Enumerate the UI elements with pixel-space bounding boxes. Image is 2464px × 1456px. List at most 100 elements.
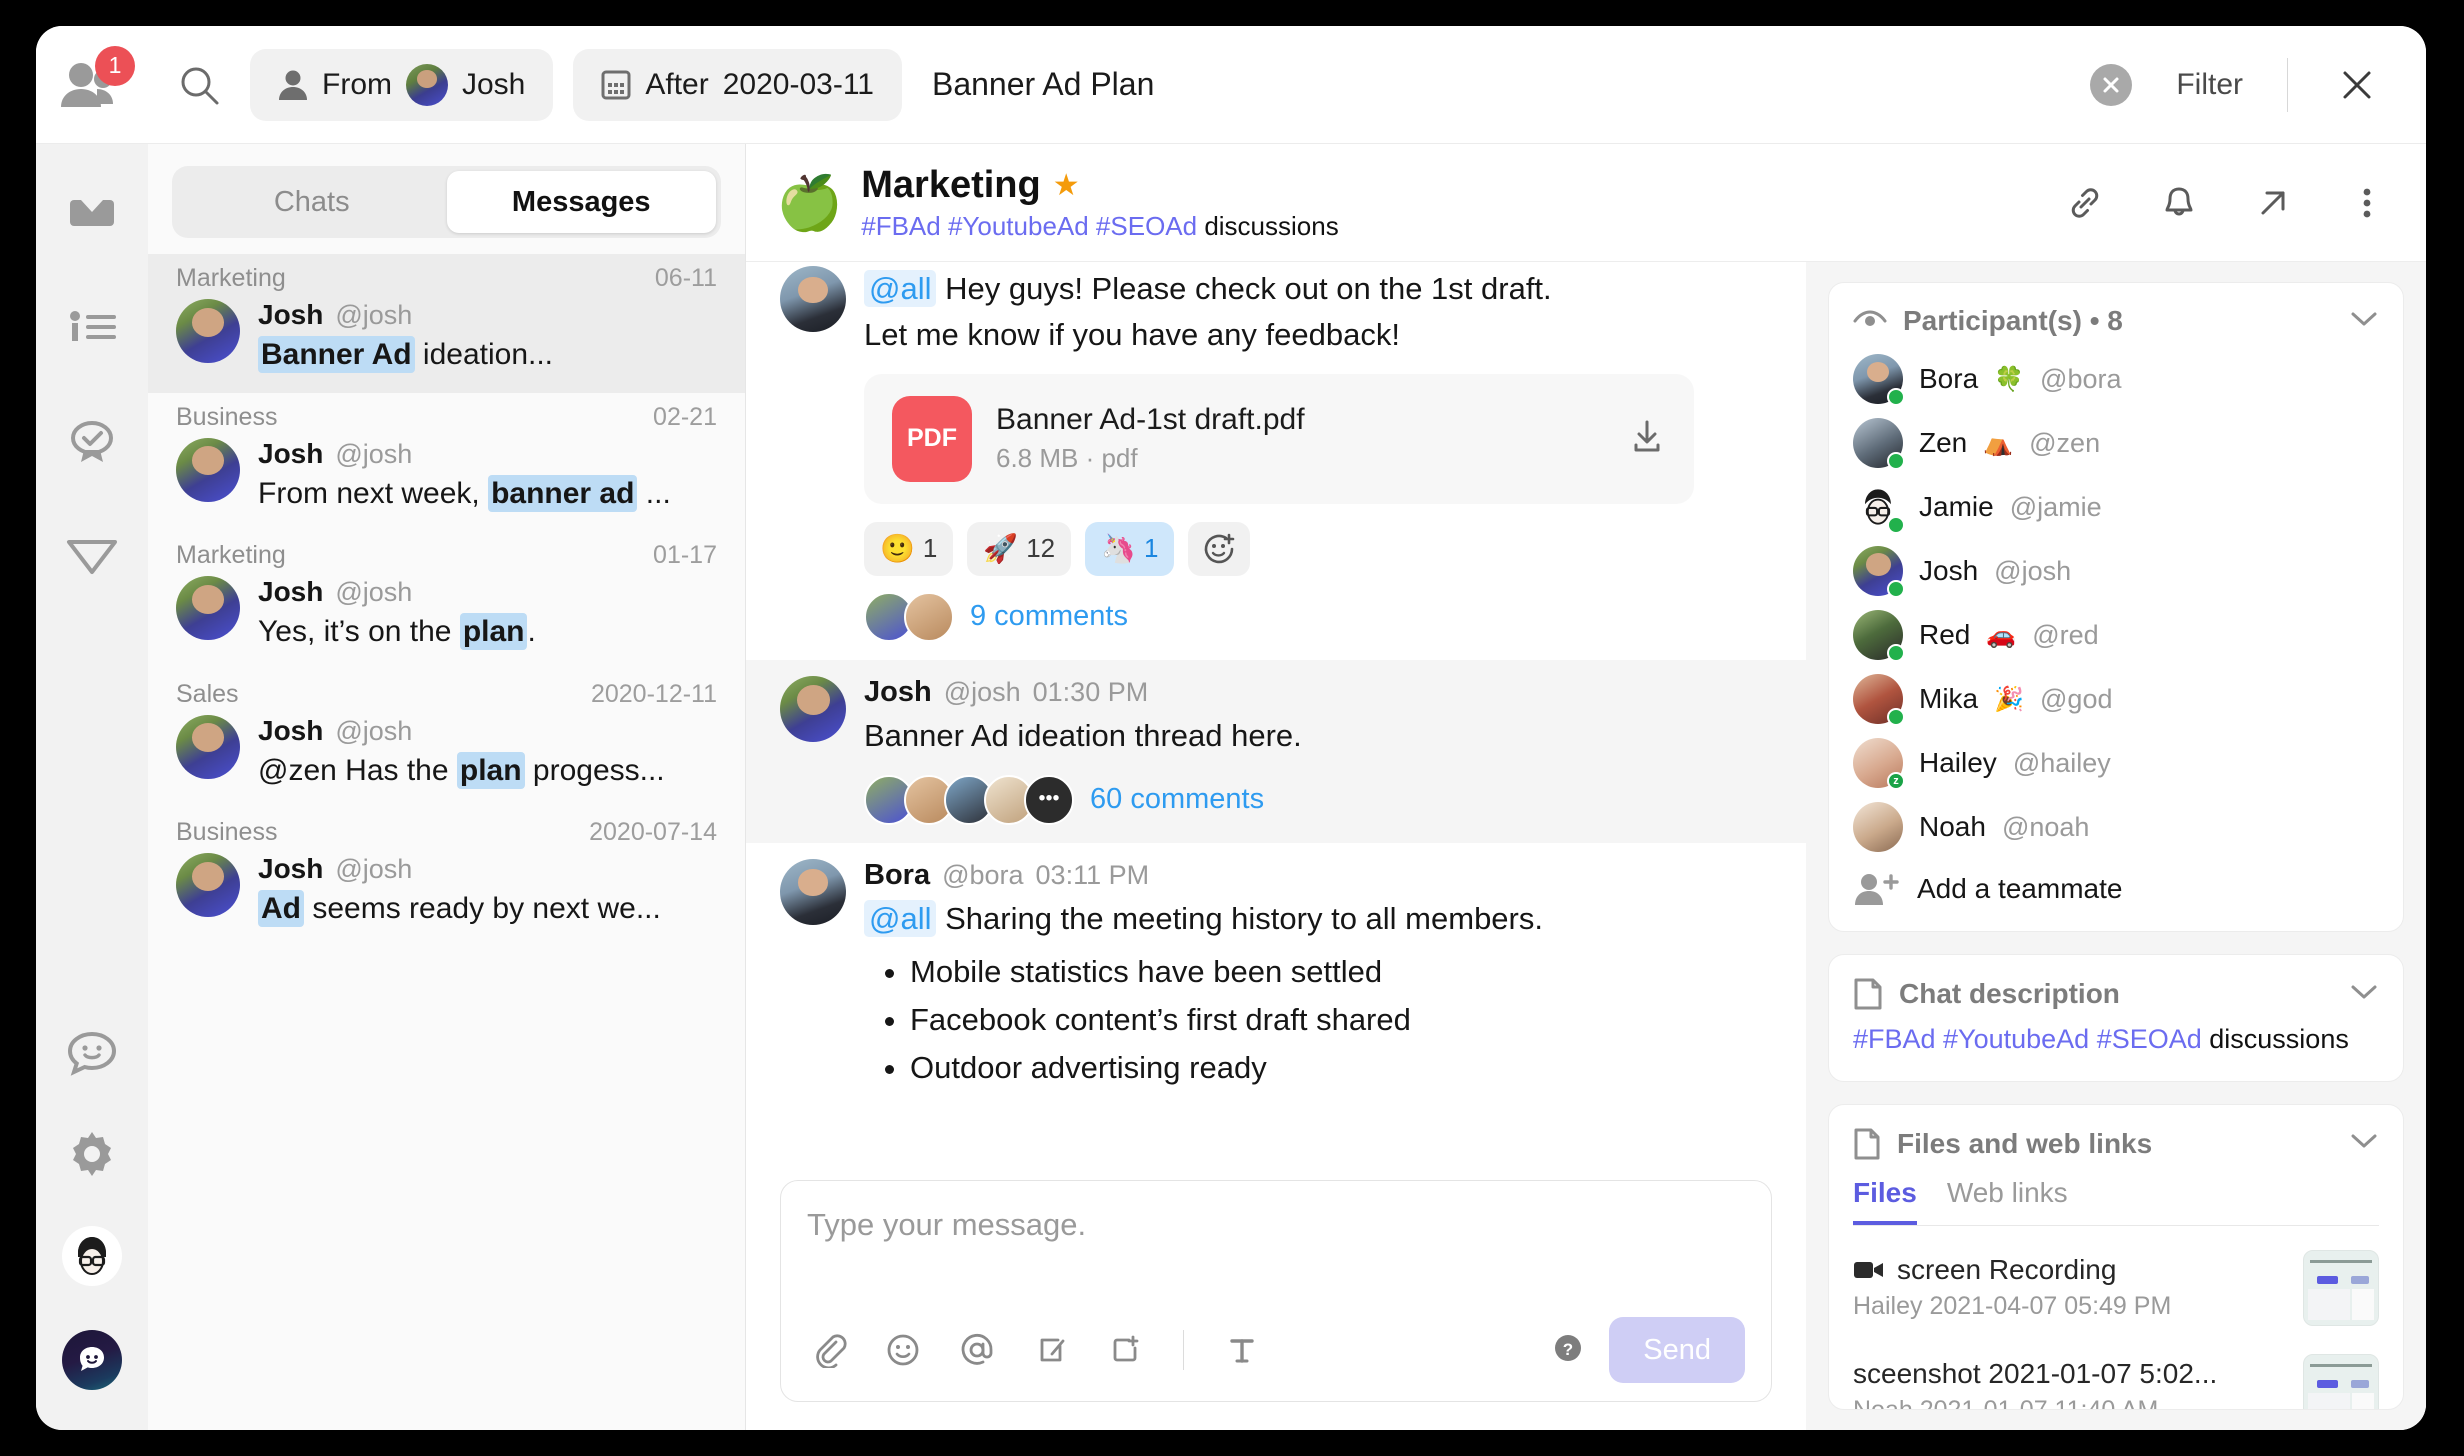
add-reaction-button[interactable] [1188, 521, 1251, 576]
post-body: @all Hey guys! Please check out on the 1… [864, 266, 1772, 642]
list-item[interactable]: Marketing 01-17 Josh @josh Yes, it’s on … [148, 531, 745, 670]
participant-row[interactable]: Zen ⛺ @zen [1853, 411, 2379, 475]
description-hashtags[interactable]: #FBAd #YoutubeAd #SEOAd [1853, 1024, 2202, 1054]
close-search-button[interactable] [2332, 60, 2382, 110]
draw-note-icon[interactable] [1029, 1328, 1073, 1372]
nav-tasks[interactable] [64, 414, 120, 470]
send-button[interactable]: Send [1609, 1317, 1745, 1383]
add-teammate-button[interactable]: Add a teammate [1853, 859, 2379, 909]
comments-row[interactable]: 9 comments [864, 591, 1772, 642]
participant-row[interactable]: Mika 🎉 @god [1853, 667, 2379, 731]
emoji-picker-icon[interactable] [881, 1328, 925, 1372]
unread-badge: 1 [95, 45, 135, 86]
mention-icon[interactable] [955, 1328, 999, 1372]
filter-chip-from[interactable]: From Josh [250, 48, 554, 121]
nav-send[interactable] [64, 528, 120, 584]
download-arrow-icon [1634, 420, 1660, 452]
post-header: Bora @bora 03:11 PM [864, 859, 1772, 892]
participant-row[interactable]: Josh @josh [1853, 539, 2379, 603]
message-input[interactable]: Type your message. [807, 1207, 1745, 1291]
tab-chats[interactable]: Chats [177, 171, 447, 233]
current-user-avatar[interactable] [62, 1226, 122, 1286]
participant-row[interactable]: z Hailey @hailey [1853, 731, 2379, 795]
list-item[interactable]: Sales 2020-12-11 Josh @josh @zen Has the… [148, 670, 745, 809]
participant-row[interactable]: Red 🚗 @red [1853, 603, 2379, 667]
avatar[interactable] [780, 858, 846, 925]
message-list-panel: Chats Messages Marketing 06-11 Josh @jos… [148, 144, 746, 1430]
chevron-down-icon[interactable] [2349, 983, 2379, 1006]
list-item[interactable]: Marketing 06-11 Josh @josh Banner Ad ide… [148, 254, 745, 393]
chevron-down-icon[interactable] [2349, 1132, 2379, 1155]
help-icon[interactable]: ? [1551, 1331, 1585, 1370]
search-icon[interactable] [168, 54, 230, 116]
list-item-meta: Marketing 06-11 [172, 264, 721, 293]
tab-messages[interactable]: Messages [446, 171, 716, 233]
clear-search-button[interactable] [2090, 63, 2133, 106]
nav-settings[interactable] [64, 1126, 120, 1182]
participant-emoji: 🍀 [1994, 365, 2025, 393]
reaction-chip[interactable]: 🙂 1 [864, 521, 954, 576]
chat-hashtags[interactable]: #FBAd #YoutubeAd #SEOAd [861, 211, 1197, 241]
add-card-icon[interactable] [1103, 1328, 1147, 1372]
comments-link[interactable]: 9 comments [970, 600, 1128, 633]
reaction-chip[interactable]: 🦄 1 [1085, 521, 1175, 576]
mention-all[interactable]: @all [864, 899, 937, 937]
nav-contacts[interactable] [64, 300, 120, 356]
participant-handle: @josh [1994, 555, 2072, 586]
composer-wrapper: Type your message. ? Send [746, 1166, 1806, 1430]
list-item-date: 2020-07-14 [589, 818, 717, 846]
list-item-handle: @josh [335, 438, 413, 469]
list-item-lines: Josh @josh @zen Has the plan progess... [258, 715, 717, 793]
after-label: After [645, 67, 709, 101]
files-title: Files and web links [1897, 1127, 2153, 1159]
list-item[interactable]: Business 02-21 Josh @josh From next week… [148, 393, 745, 532]
participant-handle: @noah [2001, 811, 2090, 842]
people-nav-slot[interactable]: 1 [36, 45, 148, 115]
search-input[interactable]: Banner Ad Plan [932, 66, 1154, 103]
comments-row[interactable]: 60 comments [864, 774, 1772, 825]
app-logo[interactable] [62, 1330, 122, 1390]
chat-avatar-emoji: 🍏 [776, 172, 844, 233]
nav-support-chat[interactable] [64, 1026, 120, 1082]
search-highlight: plan [456, 751, 525, 789]
list-item-handle: @josh [335, 715, 413, 746]
filter-button[interactable]: Filter [2176, 68, 2243, 102]
star-icon[interactable]: ★ [1053, 168, 1080, 203]
arrow-up-right-icon [2261, 191, 2285, 214]
avatar[interactable] [780, 266, 846, 332]
attach-file-icon[interactable] [807, 1328, 851, 1372]
comments-link[interactable]: 60 comments [1090, 783, 1264, 816]
link-icon[interactable] [2062, 180, 2108, 226]
pdf-type-badge: PDF [892, 395, 972, 482]
avatar[interactable] [780, 675, 846, 742]
filter-chip-after[interactable]: After 2020-03-11 [573, 48, 902, 121]
list-item[interactable]: Business 2020-07-14 Josh @josh Ad seems … [148, 808, 745, 947]
list-item-author: Josh [258, 299, 324, 330]
file-name: screen Recording [1897, 1254, 2117, 1286]
mention-all[interactable]: @all [864, 270, 937, 307]
tab-web-links[interactable]: Web links [1947, 1177, 2068, 1225]
open-external-icon[interactable] [2250, 180, 2296, 226]
chevron-down-icon[interactable] [2349, 310, 2379, 333]
file-list-item[interactable]: sceenshot 2021-01-07 5:02... Noah 2021-0… [1853, 1340, 2379, 1409]
bell-icon[interactable] [2156, 180, 2202, 226]
status-dot-online [1887, 644, 1905, 662]
download-icon[interactable] [1628, 417, 1666, 460]
participant-row[interactable]: Bora 🍀 @bora [1853, 347, 2379, 411]
calendar-icon [601, 70, 631, 99]
participant-row[interactable]: Jamie @jamie [1853, 475, 2379, 539]
file-attachment-card[interactable]: PDF Banner Ad-1st draft.pdf 6.8 MB · pdf [864, 373, 1694, 504]
participant-name: Mika [1919, 683, 1979, 714]
composer-right: ? Send [1551, 1317, 1745, 1383]
text-format-icon[interactable] [1220, 1328, 1264, 1372]
more-options-icon[interactable] [2344, 180, 2390, 226]
reaction-chip[interactable]: 🚀 12 [967, 521, 1072, 576]
post-text: @all Sharing the meeting history to all … [864, 896, 1772, 942]
nav-inbox[interactable] [64, 186, 120, 242]
thread-scroll[interactable]: @all Hey guys! Please check out on the 1… [746, 262, 1806, 1166]
file-list-item[interactable]: screen Recording Hailey 2021-04-07 05:49… [1853, 1236, 2379, 1340]
tab-files[interactable]: Files [1853, 1177, 1917, 1225]
close-circle-icon [2103, 77, 2119, 92]
participant-row[interactable]: Noah @noah [1853, 795, 2379, 859]
people-icon-wrapper[interactable]: 1 [55, 45, 135, 115]
